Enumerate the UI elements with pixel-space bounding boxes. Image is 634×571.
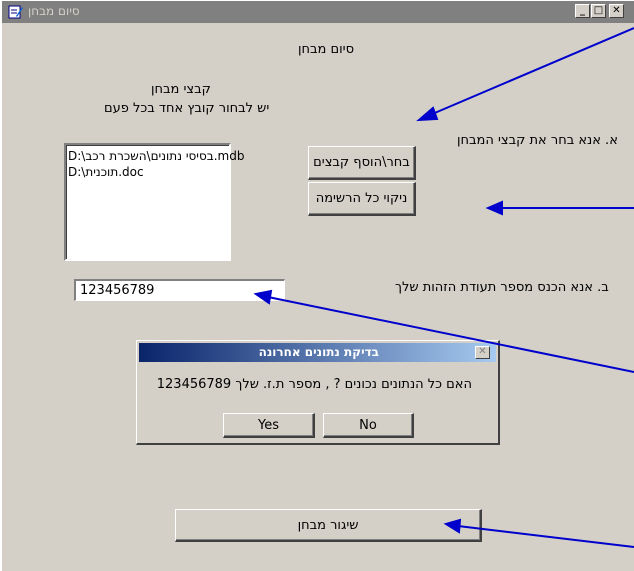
id-number-input[interactable]: 123456789 [74,279,285,301]
submit-exam-button[interactable]: שיגור מבחן [175,509,482,542]
minimize-button[interactable]: _ [575,4,590,18]
app-icon [8,5,23,19]
confirm-dialog: בדיקת נתונים אחרונה ✕ האם כל הנתונים נכו… [136,340,500,445]
choose-add-files-button[interactable]: בחר\הוסף קבצים [308,146,416,180]
window-title: סיום מבחן [28,4,80,18]
page-title: סיום מבחן [298,42,355,57]
dialog-title: בדיקת נתונים אחרונה [258,345,379,359]
dialog-close-button[interactable]: ✕ [475,346,490,359]
list-item[interactable]: D:\בסיסי נתונים\השכרת רכב.mdb [68,148,244,164]
close-button[interactable]: ✕ [609,4,624,18]
yes-button[interactable]: Yes [223,413,315,438]
files-label: קבצי מבחן [151,82,211,97]
list-item[interactable]: D:\תוכנית.doc [68,164,227,180]
files-listbox[interactable]: D:\בסיסי נתונים\השכרת רכב.mdb D:\תוכנית.… [64,143,244,261]
title-bar[interactable]: סיום מבחן _ □ ✕ [2,1,634,23]
step-a-label: א. אנא בחר את קבצי המבחן [457,133,618,148]
dialog-message: האם כל הנתונים נכונים ? , מספר ת.ז. שלך … [156,377,472,392]
step-b-label: ב. אנא הכנס מספר תעודת הזהות שלך [395,280,609,295]
maximize-button[interactable]: □ [591,4,606,18]
dialog-title-bar[interactable]: בדיקת נתונים אחרונה ✕ [139,343,496,362]
instruction-text: יש לבחור קובץ אחד בכל פעם [104,101,270,116]
main-window: סיום מבחן _ □ ✕ סיום מבחן קבצי מבחן יש ל… [0,0,634,571]
clear-list-button[interactable]: ניקוי כל הרשימה [308,182,416,216]
no-button[interactable]: No [323,413,414,438]
